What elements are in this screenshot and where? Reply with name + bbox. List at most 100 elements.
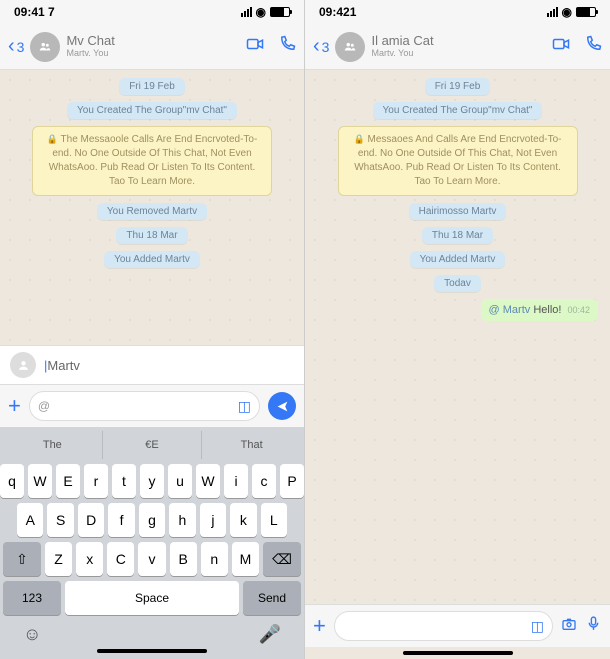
key[interactable]: W xyxy=(28,464,52,498)
suggestion[interactable]: €E xyxy=(103,431,203,459)
key[interactable]: S xyxy=(47,503,73,537)
chat-info[interactable]: Mv Chat Martv. You xyxy=(66,34,240,58)
video-icon xyxy=(246,35,264,53)
key[interactable]: x xyxy=(76,542,103,576)
voice-call-button[interactable] xyxy=(278,35,296,58)
battery-icon xyxy=(576,7,596,17)
back-button[interactable]: ‹ 3 xyxy=(8,35,24,58)
send-icon xyxy=(276,400,289,413)
encryption-notice[interactable]: 🔒 Messaoes And Calls Are End Encrvoted-T… xyxy=(338,126,578,196)
chat-header: ‹ 3 Il amia Cat Martv. You xyxy=(305,24,610,70)
key[interactable]: P xyxy=(280,464,304,498)
date-pill: Fri 19 Feb xyxy=(119,78,185,95)
group-icon xyxy=(38,40,52,54)
video-call-button[interactable] xyxy=(552,35,570,58)
encryption-notice[interactable]: 🔒 The Messaoole Calls Are End Encrvoted-… xyxy=(32,126,272,196)
key[interactable]: C xyxy=(107,542,134,576)
group-avatar[interactable] xyxy=(335,32,365,62)
wifi-icon: ◉ xyxy=(256,5,266,19)
input-bar: + @ ◫ xyxy=(0,384,304,427)
key[interactable]: E xyxy=(56,464,80,498)
back-count: 3 xyxy=(322,39,330,55)
sent-message[interactable]: @ Martv Hello! 00:42 xyxy=(481,299,598,321)
status-bar: 09:41 7 ◉ xyxy=(0,0,304,24)
key[interactable]: A xyxy=(17,503,43,537)
system-message: You Removed Martv xyxy=(97,203,207,220)
lock-icon: 🔒 xyxy=(354,134,365,144)
key[interactable]: L xyxy=(261,503,287,537)
keyboard: The €E That q W E r t y u W i c P A S D xyxy=(0,427,304,659)
key[interactable]: W xyxy=(196,464,220,498)
lock-icon: 🔒 xyxy=(47,134,58,144)
key[interactable]: M xyxy=(232,542,259,576)
sticker-icon[interactable]: ◫ xyxy=(531,618,544,635)
emoji-button[interactable]: ☺ xyxy=(23,624,41,645)
attach-button[interactable]: + xyxy=(8,393,21,419)
key[interactable]: h xyxy=(169,503,195,537)
group-icon xyxy=(343,40,357,54)
suggestion[interactable]: That xyxy=(202,431,301,459)
key[interactable]: Z xyxy=(45,542,72,576)
send-button[interactable] xyxy=(268,392,296,420)
key[interactable]: i xyxy=(224,464,248,498)
space-key[interactable]: Space xyxy=(65,581,239,615)
key[interactable]: t xyxy=(112,464,136,498)
system-message: Hairimosso Martv xyxy=(409,203,507,220)
key[interactable]: c xyxy=(252,464,276,498)
keyboard-send-key[interactable]: Send xyxy=(243,581,301,615)
camera-icon xyxy=(561,616,577,632)
battery-icon xyxy=(270,7,290,17)
wifi-icon: ◉ xyxy=(562,5,572,19)
system-message: You Added Martv xyxy=(104,251,200,268)
signal-icon xyxy=(241,7,252,17)
phone-icon xyxy=(278,35,296,53)
mention-suggestion[interactable]: Martv xyxy=(0,345,304,384)
group-avatar[interactable] xyxy=(30,32,60,62)
status-bar: 09:421 ◉ xyxy=(305,0,610,24)
sticker-icon[interactable]: ◫ xyxy=(238,398,251,415)
voice-call-button[interactable] xyxy=(584,35,602,58)
messages-area[interactable]: Fri 19 Feb You Created The Group"mv Chat… xyxy=(0,70,304,345)
back-count: 3 xyxy=(17,39,25,55)
chat-info[interactable]: Il amia Cat Martv. You xyxy=(371,34,546,58)
back-button[interactable]: ‹ 3 xyxy=(313,35,329,58)
message-input[interactable]: @ ◫ xyxy=(29,391,260,421)
numeric-key[interactable]: 123 xyxy=(3,581,61,615)
system-message: You Added Martv xyxy=(410,251,506,268)
date-pill: Fri 19 Feb xyxy=(425,78,491,95)
key[interactable]: D xyxy=(78,503,104,537)
key[interactable]: v xyxy=(138,542,165,576)
key[interactable]: q xyxy=(0,464,24,498)
key[interactable]: u xyxy=(168,464,192,498)
chat-subtitle: Martv. You xyxy=(371,49,546,59)
home-indicator[interactable] xyxy=(403,651,513,655)
status-time: 09:421 xyxy=(319,5,356,19)
input-text: @ xyxy=(38,399,50,413)
messages-area[interactable]: Fri 19 Feb You Created The Group"mv Chat… xyxy=(305,70,610,604)
key[interactable]: f xyxy=(108,503,134,537)
message-input[interactable]: ◫ xyxy=(334,611,553,641)
key[interactable]: g xyxy=(139,503,165,537)
key[interactable]: y xyxy=(140,464,164,498)
chevron-left-icon: ‹ xyxy=(8,35,15,58)
suggestion[interactable]: The xyxy=(3,431,103,459)
phone-icon xyxy=(584,35,602,53)
video-icon xyxy=(552,35,570,53)
video-call-button[interactable] xyxy=(246,35,264,58)
mic-button[interactable] xyxy=(585,615,602,637)
message-time: 00:42 xyxy=(567,305,590,315)
home-indicator[interactable] xyxy=(97,649,207,653)
attach-button[interactable]: + xyxy=(313,613,326,639)
key[interactable]: B xyxy=(170,542,197,576)
dictate-button[interactable]: 🎤 xyxy=(259,624,281,645)
key[interactable]: j xyxy=(200,503,226,537)
system-message: You Created The Group"mv Chat" xyxy=(373,102,543,119)
key[interactable]: r xyxy=(84,464,108,498)
backspace-key[interactable]: ⌫ xyxy=(263,542,301,576)
date-pill: Todav xyxy=(434,275,481,292)
key[interactable]: k xyxy=(230,503,256,537)
camera-button[interactable] xyxy=(561,616,577,637)
chat-title: Mv Chat xyxy=(66,34,240,48)
key[interactable]: n xyxy=(201,542,228,576)
shift-key[interactable]: ⇧ xyxy=(3,542,41,576)
